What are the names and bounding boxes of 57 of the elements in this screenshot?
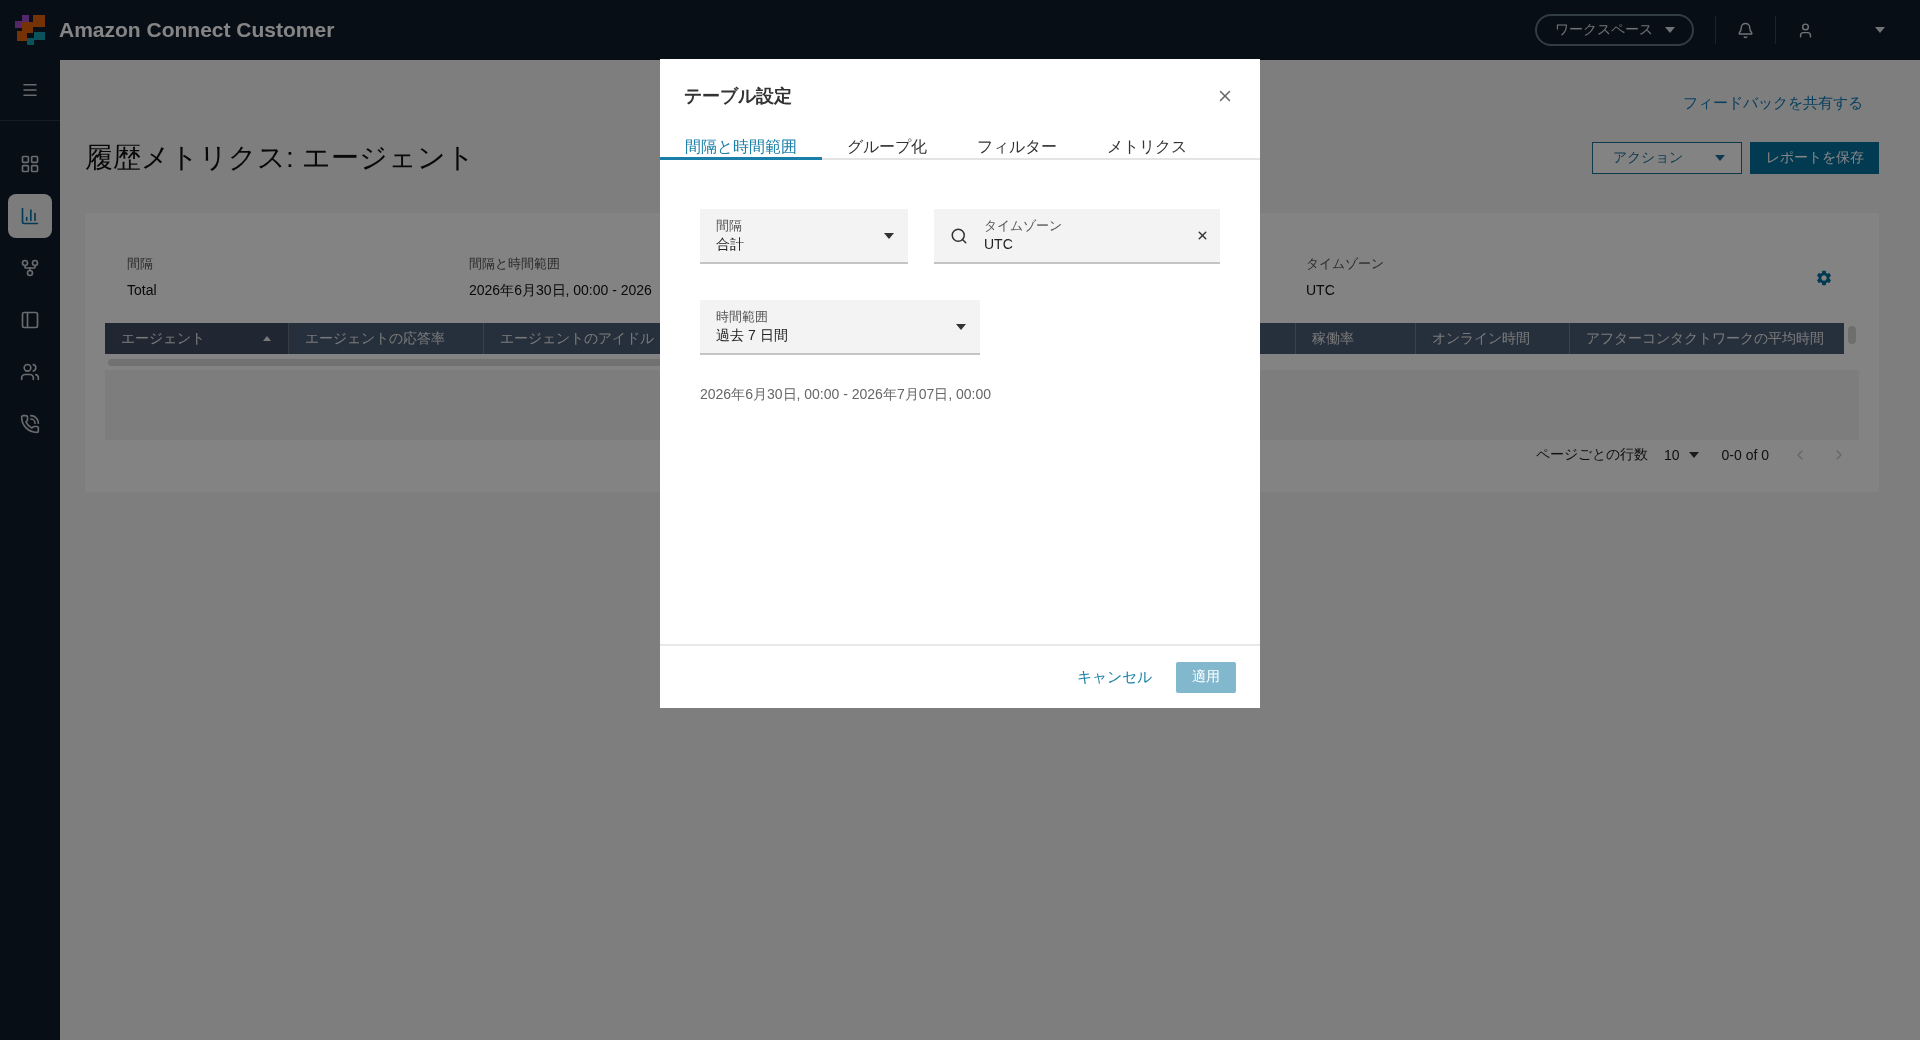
summary-value: Total	[127, 281, 157, 300]
rows-per-page-select[interactable]: 10	[1663, 447, 1699, 463]
column-header[interactable]: エージェント	[105, 323, 289, 354]
field-value: 合計	[716, 235, 744, 254]
branch-icon	[20, 258, 40, 278]
search-field[interactable]: タイムゾーン UTC	[934, 209, 1220, 264]
search-icon	[950, 226, 968, 245]
caret-icon	[1715, 155, 1725, 161]
rows-per-page-label: ページごとの行数	[1535, 446, 1648, 464]
panel-icon	[20, 310, 40, 330]
date-range-text: 2026年6月30日, 00:00 - 2026年7月07日, 00:00	[700, 385, 992, 404]
caret-icon	[1875, 27, 1885, 33]
bar-chart-icon	[20, 206, 40, 226]
settings-icon	[1815, 269, 1833, 287]
save-report-button[interactable]: レポートを保存	[1750, 142, 1879, 174]
field-label: タイムゾーン	[984, 218, 1062, 234]
caret-icon	[884, 232, 894, 239]
summary-value: UTC	[1306, 281, 1335, 300]
summary-label: 間隔	[127, 256, 153, 272]
caret-icon	[1664, 27, 1675, 33]
nav-button[interactable]	[8, 194, 52, 238]
tab[interactable]: フィルター	[952, 133, 1082, 160]
people-icon	[20, 362, 40, 382]
field-value: UTC	[984, 235, 1013, 254]
field-label: 間隔	[716, 218, 742, 234]
notifications-button[interactable]	[1737, 21, 1754, 39]
bell-icon	[1737, 21, 1754, 39]
account-button[interactable]	[1797, 21, 1885, 39]
workspace-button[interactable]: ワークスペース	[1535, 14, 1694, 46]
menu-icon	[21, 81, 39, 99]
user-icon	[1797, 21, 1814, 39]
summary-label: 間隔と時間範囲	[469, 256, 560, 272]
page-range: 0-0 of 0	[1721, 447, 1769, 463]
select-field[interactable]: 時間範囲 過去 7 日間	[700, 300, 980, 355]
caret-icon	[1688, 452, 1699, 458]
tab[interactable]: メトリクス	[1082, 133, 1212, 160]
caret-icon	[956, 323, 966, 330]
summary-value: 2026年6月30日, 00:00 - 2026	[469, 281, 652, 300]
logo-icon	[15, 15, 45, 45]
cancel-button[interactable]: キャンセル	[1077, 667, 1152, 687]
dialog-title: テーブル設定	[684, 85, 792, 107]
page-title: 履歴メトリクス: エージェント	[85, 141, 475, 175]
actions-dropdown[interactable]: アクション	[1592, 142, 1742, 174]
feedback-link[interactable]: フィードバックを共有する	[1683, 93, 1863, 113]
summary-label: タイムゾーン	[1306, 256, 1384, 272]
sort-caret-icon	[263, 336, 271, 341]
tab[interactable]: 間隔と時間範囲	[660, 133, 822, 160]
close-icon	[1196, 229, 1209, 242]
table-settings-button[interactable]	[1815, 269, 1833, 287]
app-title: Amazon Connect Customer	[59, 18, 335, 42]
grid-icon	[20, 154, 40, 174]
tab[interactable]: グループ化	[822, 133, 952, 160]
select-field[interactable]: 間隔 合計	[700, 209, 908, 264]
phone-icon	[20, 414, 40, 434]
clear-button[interactable]	[1196, 229, 1209, 242]
field-label: 時間範囲	[716, 309, 768, 325]
field-value: 過去 7 日間	[716, 326, 788, 345]
